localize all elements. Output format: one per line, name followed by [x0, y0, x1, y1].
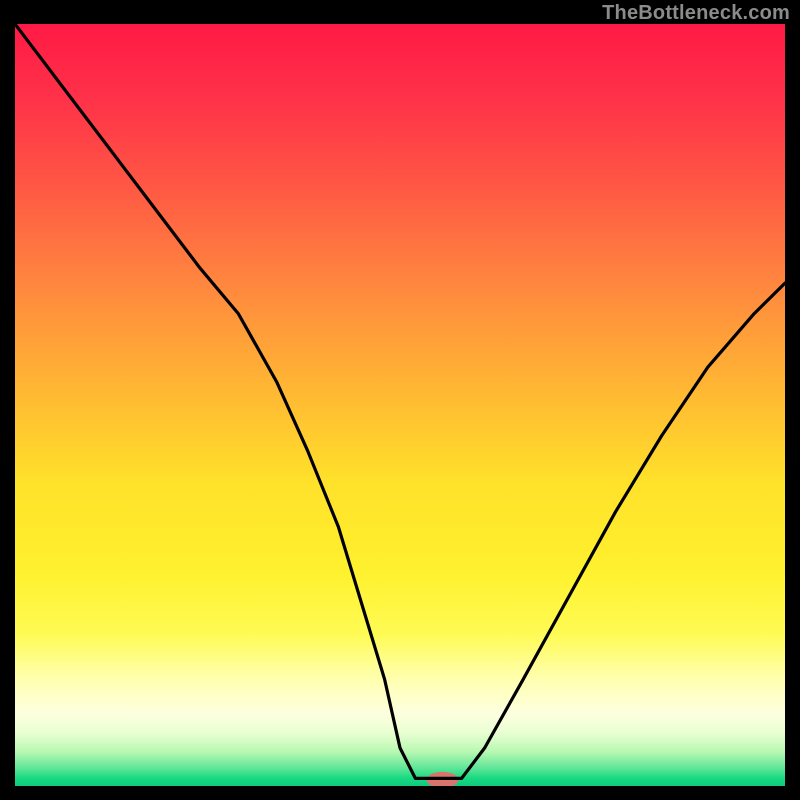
watermark-text: TheBottleneck.com [602, 2, 790, 25]
plot-area [15, 24, 785, 786]
gradient-rect [15, 24, 785, 786]
chart-svg [15, 24, 785, 786]
chart-frame: TheBottleneck.com [0, 0, 800, 800]
